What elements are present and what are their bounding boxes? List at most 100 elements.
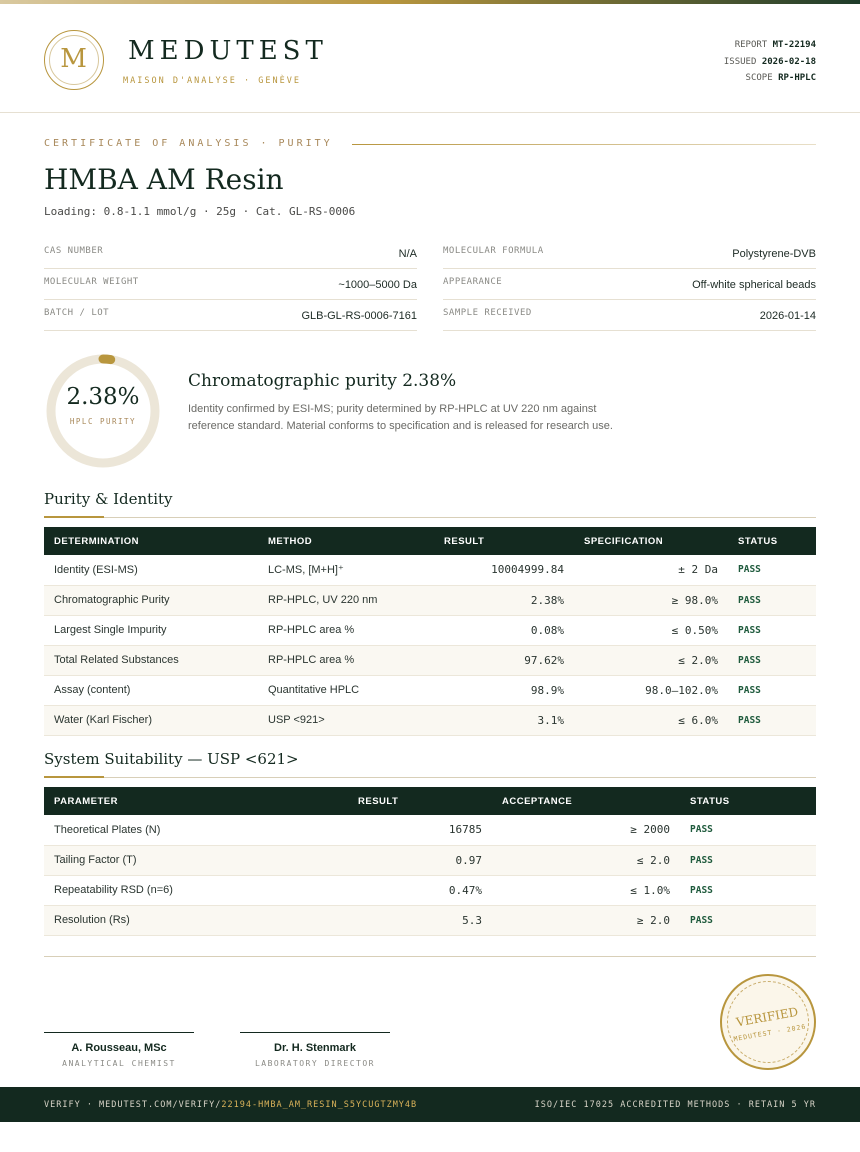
property-sample-received: SAMPLE RECEIVED 2026-01-14 bbox=[443, 300, 816, 331]
method-cell: RP-HPLC area % bbox=[258, 645, 434, 676]
property-label: BATCH / LOT bbox=[44, 308, 110, 318]
brand-tagline: MAISON D'ANALYSE · GENÈVE bbox=[123, 76, 301, 86]
summary-title: Chromatographic purity 2.38% bbox=[188, 371, 457, 391]
column-header: RESULT bbox=[358, 795, 399, 807]
purity-table: DETERMINATION METHOD RESULT SPECIFICATIO… bbox=[44, 527, 816, 736]
status-badge: PASS bbox=[680, 845, 816, 876]
column-header: RESULT bbox=[444, 535, 485, 547]
status-badge: PASS bbox=[680, 875, 816, 906]
logo-letter: M bbox=[60, 44, 87, 74]
table-row: Chromatographic Purity RP-HPLC, UV 220 n… bbox=[44, 585, 816, 616]
result-cell: 0.08% bbox=[434, 615, 574, 646]
acceptance-cell: ≤ 2.0 bbox=[492, 845, 680, 876]
column-header: DETERMINATION bbox=[54, 535, 139, 547]
verify-link[interactable]: 22194-HMBA_AM_RESIN_S5YCUGTZMY4B bbox=[221, 1100, 417, 1110]
status-badge: PASS bbox=[728, 645, 816, 676]
column-header: STATUS bbox=[738, 535, 778, 547]
determination-cell: Water (Karl Fischer) bbox=[44, 705, 258, 736]
signatory-role: ANALYTICAL CHEMIST bbox=[62, 1059, 176, 1068]
property-value: 2026-01-14 bbox=[759, 310, 816, 322]
specification-cell: 98.0–102.0% bbox=[574, 675, 728, 706]
determination-cell: Identity (ESI-MS) bbox=[44, 555, 258, 586]
property-label: SAMPLE RECEIVED bbox=[443, 308, 532, 318]
determination-cell: Chromatographic Purity bbox=[44, 585, 258, 616]
section-accent bbox=[44, 776, 104, 778]
signatory-name: A. Rousseau, MSc bbox=[71, 1042, 167, 1054]
report-number: MT-22194 bbox=[772, 40, 816, 50]
property-value: N/A bbox=[398, 248, 417, 260]
specification-cell: ≥ 98.0% bbox=[574, 585, 728, 616]
property-appearance: APPEARANCE Off-white spherical beads bbox=[443, 269, 816, 300]
property-molecular-weight: MOLECULAR WEIGHT ~1000–5000 Da bbox=[44, 269, 417, 300]
status-badge: PASS bbox=[680, 815, 816, 846]
product-title: HMBA AM Resin bbox=[44, 163, 284, 196]
column-header: STATUS bbox=[690, 795, 730, 807]
logo-emblem: M bbox=[44, 30, 104, 90]
signatory-role: LABORATORY DIRECTOR bbox=[254, 1059, 375, 1068]
property-batch-lot: BATCH / LOT GLB-GL-RS-0006-7161 bbox=[44, 300, 417, 331]
scope-value: RP-HPLC bbox=[778, 73, 816, 83]
specification-cell: ≤ 0.50% bbox=[574, 615, 728, 646]
accreditation-note: ISO/IEC 17025 ACCREDITED METHODS · RETAI… bbox=[534, 1100, 816, 1110]
specification-cell: ± 2 Da bbox=[574, 555, 728, 586]
property-label: APPEARANCE bbox=[443, 277, 503, 287]
signatory-name: Dr. H. Stenmark bbox=[274, 1042, 356, 1054]
property-molecular-formula: MOLECULAR FORMULA Polystyrene-DVB bbox=[443, 238, 816, 269]
report-label: REPORT bbox=[734, 40, 768, 50]
method-cell: Quantitative HPLC bbox=[258, 675, 434, 706]
product-loading-info: Loading: 0.8-1.1 mmol/g · 25g · Cat. GL-… bbox=[44, 205, 356, 218]
stamp-text: VERIFIED bbox=[735, 1004, 800, 1030]
verify-prefix: VERIFY · MEDUTEST.COM/VERIFY/ bbox=[44, 1100, 222, 1110]
purity-ring-track bbox=[46, 354, 160, 468]
section-divider bbox=[44, 777, 816, 778]
report-meta: REPORT MT-22194 ISSUED 2026-02-18 SCOPE … bbox=[724, 37, 816, 87]
result-cell: 97.62% bbox=[434, 645, 574, 676]
specification-cell: ≤ 2.0% bbox=[574, 645, 728, 676]
signature-director: Dr. H. Stenmark LABORATORY DIRECTOR bbox=[240, 1032, 390, 1068]
parameter-cell: Tailing Factor (T) bbox=[44, 845, 348, 876]
method-cell: RP-HPLC area % bbox=[258, 615, 434, 646]
table-header-row: PARAMETER RESULT ACCEPTANCE STATUS bbox=[44, 787, 816, 815]
table-row: Total Related Substances RP-HPLC area % … bbox=[44, 645, 816, 676]
issued-label: ISSUED bbox=[723, 56, 757, 67]
property-value: Polystyrene-DVB bbox=[732, 248, 816, 260]
certificate-kicker: CERTIFICATE OF ANALYSIS · PURITY bbox=[44, 138, 333, 149]
property-value: ~1000–5000 Da bbox=[338, 279, 417, 291]
column-header: SPECIFICATION bbox=[584, 535, 664, 547]
parameter-cell: Resolution (Rs) bbox=[44, 905, 348, 936]
result-cell: 98.9% bbox=[434, 675, 574, 706]
kicker-divider bbox=[352, 144, 816, 145]
table-row: Theoretical Plates (N) 16785 ≥ 2000 PASS bbox=[44, 815, 816, 846]
table-row: Tailing Factor (T) 0.97 ≤ 2.0 PASS bbox=[44, 845, 816, 876]
method-cell: USP <921> bbox=[258, 705, 434, 736]
verified-stamp: VERIFIED MEDUTEST · 2026 bbox=[720, 974, 816, 1070]
acceptance-cell: ≥ 2.0 bbox=[492, 905, 680, 936]
status-badge: PASS bbox=[728, 675, 816, 706]
status-badge: PASS bbox=[680, 905, 816, 936]
status-badge: PASS bbox=[728, 585, 816, 616]
parameter-cell: Repeatability RSD (n=6) bbox=[44, 875, 348, 906]
result-cell: 16785 bbox=[348, 815, 492, 846]
property-value: GLB-GL-RS-0006-7161 bbox=[301, 310, 417, 322]
system-suitability-table: PARAMETER RESULT ACCEPTANCE STATUS Theor… bbox=[44, 787, 816, 936]
specification-cell: ≤ 6.0% bbox=[574, 705, 728, 736]
table-row: Identity (ESI-MS) LC-MS, [M+H]⁺ 10004999… bbox=[44, 555, 816, 586]
section-divider bbox=[44, 517, 816, 518]
property-value: Off-white spherical beads bbox=[692, 279, 816, 291]
system-suitability-title: System Suitability — USP <621> bbox=[44, 750, 299, 768]
table-row: Largest Single Impurity RP-HPLC area % 0… bbox=[44, 615, 816, 646]
column-header: METHOD bbox=[268, 535, 313, 547]
purity-section-title: Purity & Identity bbox=[44, 490, 173, 508]
determination-cell: Assay (content) bbox=[44, 675, 258, 706]
section-accent bbox=[44, 516, 104, 518]
status-badge: PASS bbox=[728, 615, 816, 646]
acceptance-cell: ≥ 2000 bbox=[492, 815, 680, 846]
table-row: Repeatability RSD (n=6) 0.47% ≤ 1.0% PAS… bbox=[44, 875, 816, 906]
determination-cell: Largest Single Impurity bbox=[44, 615, 258, 646]
table-row: Assay (content) Quantitative HPLC 98.9% … bbox=[44, 675, 816, 706]
table-row: Water (Karl Fischer) USP <921> 3.1% ≤ 6.… bbox=[44, 705, 816, 736]
result-cell: 3.1% bbox=[434, 705, 574, 736]
signature-analyst: A. Rousseau, MSc ANALYTICAL CHEMIST bbox=[44, 1032, 194, 1068]
result-cell: 0.97 bbox=[348, 845, 492, 876]
column-header: PARAMETER bbox=[54, 795, 118, 807]
